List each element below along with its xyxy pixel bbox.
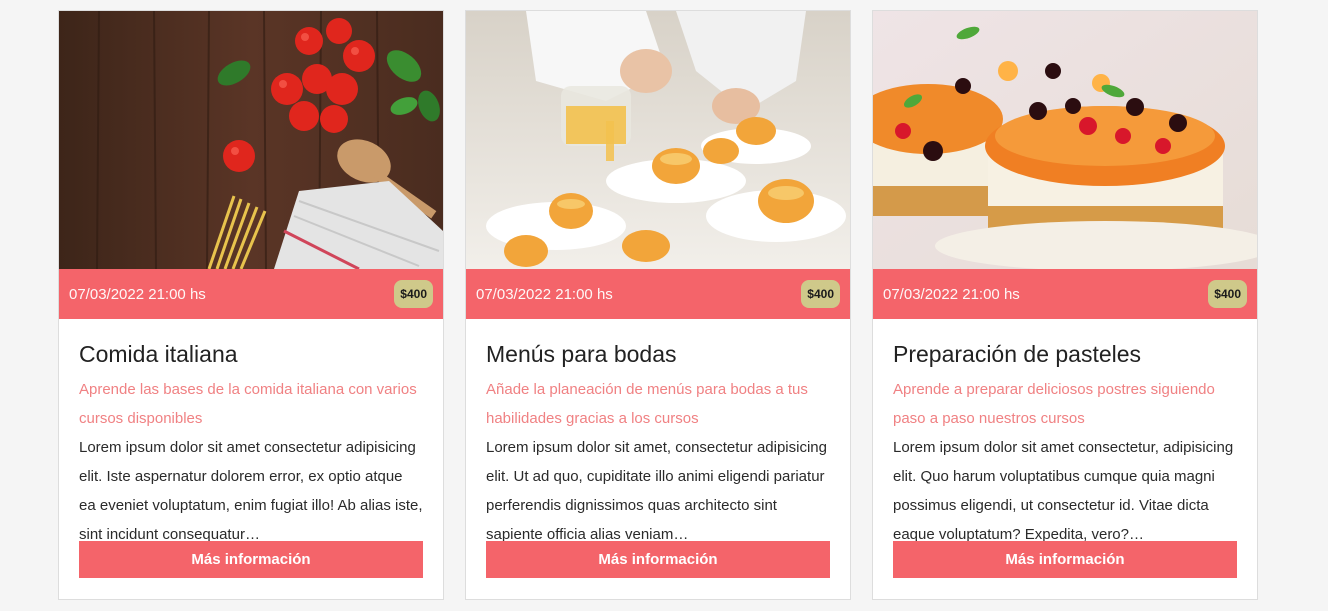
course-date: 07/03/2022 21:00 hs	[883, 285, 1020, 303]
price-badge: $400	[1208, 280, 1247, 308]
course-body: Preparación de pasteles Aprende a prepar…	[873, 319, 1257, 549]
price-badge: $400	[801, 280, 840, 308]
course-description: Lorem ipsum dolor sit amet, consectetur …	[486, 438, 827, 543]
price-badge: $400	[394, 280, 433, 308]
course-description: Lorem ipsum dolor sit amet consectetur a…	[79, 438, 423, 543]
more-info-button[interactable]: Más información	[486, 541, 830, 578]
more-info-button[interactable]: Más información	[893, 541, 1237, 578]
course-title: Preparación de pasteles	[893, 341, 1142, 367]
course-date: 07/03/2022 21:00 hs	[69, 285, 206, 303]
course-card: 07/03/2022 21:00 hs $400 Preparación de …	[872, 10, 1258, 600]
course-subtitle: Aprende a preparar deliciosos postres si…	[893, 380, 1215, 427]
course-cards-grid: 07/03/2022 21:00 hs $400 Comida italiana…	[58, 10, 1258, 600]
course-meta-bar: 07/03/2022 21:00 hs $400	[873, 269, 1257, 319]
course-card: 07/03/2022 21:00 hs $400 Menús para boda…	[465, 10, 851, 600]
course-card: 07/03/2022 21:00 hs $400 Comida italiana…	[58, 10, 444, 600]
course-body: Menús para bodas Añade la planeación de …	[466, 319, 850, 549]
course-image-cakes	[873, 11, 1257, 269]
more-info-button[interactable]: Más información	[79, 541, 423, 578]
course-body: Comida italiana Aprende las bases de la …	[59, 319, 443, 549]
course-description: Lorem ipsum dolor sit amet consectetur, …	[893, 438, 1234, 543]
course-image-wedding	[466, 11, 850, 269]
course-meta-bar: 07/03/2022 21:00 hs $400	[59, 269, 443, 319]
course-title: Comida italiana	[79, 341, 238, 367]
course-subtitle: Añade la planeación de menús para bodas …	[486, 380, 808, 427]
course-date: 07/03/2022 21:00 hs	[476, 285, 613, 303]
course-meta-bar: 07/03/2022 21:00 hs $400	[466, 269, 850, 319]
course-title: Menús para bodas	[486, 341, 677, 367]
course-image-italian	[59, 11, 443, 269]
course-subtitle: Aprende las bases de la comida italiana …	[79, 380, 417, 427]
